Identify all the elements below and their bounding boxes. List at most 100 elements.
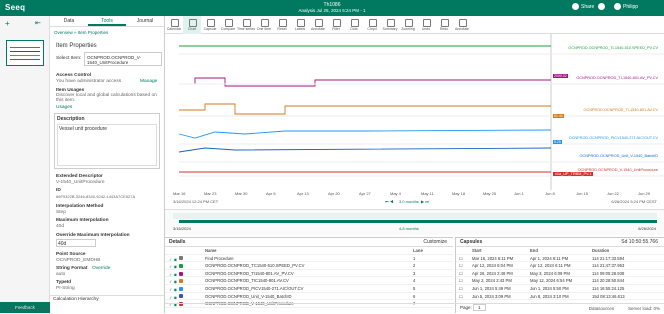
range-duration: 4.8 months [399,226,419,231]
tick-label: Apr 13 [297,191,309,196]
duration-display[interactable]: 3.0 months [399,199,419,204]
series-swatch[interactable] [178,263,183,268]
details-row[interactable]: ✓ ◉ OCNPROD.OCNPROD_TIC1540-801.AV.CV 4 [165,277,453,285]
gear-icon [598,3,605,10]
series-swatch[interactable] [178,286,183,291]
series-swatch[interactable] [178,256,183,261]
toolbar-button[interactable]: Chart [183,16,201,34]
tick-label: Jun 8 [545,191,555,196]
toolbar-button[interactable]: Capsule [201,16,219,34]
capsule-checkbox[interactable]: ☐ [456,285,472,292]
signal-line[interactable] [179,77,551,87]
series-lane: 5 [413,285,416,291]
details-row[interactable]: ✓ ◉ OCNPROD.OCNPROD_TI1540-801.AV_PV.CV 3 [165,270,453,278]
trend-chart[interactable]: OCNPROD.OCNPROD_TI-1540-510.SPEED_PV.CV O… [165,34,664,190]
capsule-row[interactable]: ☐ May 2, 2024 2:43 PM May 12, 2024 6:54 PM… [456,277,664,285]
capsule-start: Mar 16, 2024 6:11 PM [472,255,514,261]
description-label: Description [57,116,85,122]
col-start[interactable]: Start [472,247,530,254]
toolbar-button[interactable]: Undo [417,16,435,34]
col-duration[interactable]: Duration [592,247,664,254]
toolbar-button[interactable]: Dots [345,16,363,34]
timeline-bar[interactable]: 3/16/2024 4.8 months 6/26/2024 [165,209,664,235]
series-swatch[interactable] [178,279,183,284]
trend-toolbar: Calendar Chart Capsule Compare Time series On… [165,16,664,34]
series-swatch[interactable] [178,271,183,276]
toolbar-button[interactable]: Summary [381,16,399,34]
toolbar-button[interactable]: One time [255,16,273,34]
description-input[interactable]: Vessel unit procedure [57,124,157,166]
worksheet-thumbnail[interactable] [6,40,44,66]
add-worksheet-button[interactable]: + [5,19,10,28]
toolbar-button[interactable]: Calendar [165,16,183,34]
toolbar-button[interactable]: Cmyd [363,16,381,34]
step-forward-icon[interactable]: ▶ ⏭ [421,199,429,204]
capsule-duration: 114 09:05:28.938 [592,270,625,276]
select-item-dropdown[interactable]: OCNPROD.OCNPROD_V-1540_UnitProcedure [84,52,162,66]
tab-journal[interactable]: Journal [126,16,164,26]
tab-data[interactable]: Data [50,16,88,26]
col-end[interactable]: End [530,247,592,254]
value-badge: 61.44 [553,114,564,118]
string-format-value: auto [56,272,66,277]
toolbar-button[interactable]: Zooming [399,16,417,34]
toolbar-button[interactable]: Time series [237,16,255,34]
toolbar-button[interactable]: Compare [219,16,237,34]
main-area: Calendar Chart Capsule Compare Time series On… [165,16,664,313]
calculation-hierarchy-toggle[interactable]: Calculation Hierarchy [50,295,165,303]
share-button[interactable]: Share [572,3,594,10]
tab-tools[interactable]: Tools [88,16,126,26]
col-name[interactable]: Name [205,247,413,254]
user-menu[interactable]: Philipp [614,3,638,10]
signal-line[interactable] [178,129,552,139]
toolbar-button[interactable]: Annotate [453,16,471,34]
capsule-row[interactable]: ☐ Apr 26, 2024 2:48 PM May 3, 2024 6:09 PM… [456,270,664,278]
details-row[interactable]: ✓ ◉ OCNPROD.OCNPROD_PICV1540-271.AIC/OUT… [165,285,453,293]
capsule-row[interactable]: ☐ Jun 5, 2024 3:09 PM Jun 8, 2024 3:10 PM 1… [456,293,664,301]
details-row[interactable]: ✓ ◉ Find Procedure 1 [165,255,453,263]
status-bar: R65.1.2-v202407231604 Datasources Server… [5,303,664,313]
tick-label: Mar 23 [204,191,217,196]
capsule-end: Jun 8, 2024 3:10 PM [530,293,569,299]
signal-label[interactable]: OCNPROD.OCNPROD_PICV1540-271.AIC/OUT.CV [569,136,658,140]
signal-label[interactable]: OCNPROD.OCNPROD_TI-1540-801.AV_PV.CV [576,76,658,80]
capsule-checkbox[interactable]: ☐ [456,270,472,277]
capsule-row[interactable]: ☐ Apr 12, 2024 6:04 PM Apr 12, 2024 6:11 P… [456,262,664,270]
toolbar-button[interactable]: Annotate [309,16,327,34]
breadcrumb[interactable]: Overview » Item Properties [54,30,108,35]
customize-button[interactable]: Customize [423,238,447,247]
end-time[interactable]: 6/26/2024 5:24 PM CEST [611,199,657,204]
capsule-checkbox[interactable]: ☐ [456,255,472,262]
start-time[interactable]: 3/16/2024 12:24 PM CET [173,199,218,204]
capsule-row[interactable]: ☐ Mar 16, 2024 6:11 PM Apr 1, 2024 6:11 PM… [456,255,664,263]
back-icon[interactable]: ⇤ [35,19,41,27]
signal-line[interactable] [179,103,551,115]
signal-line[interactable] [178,147,552,153]
usages-link[interactable]: Usages [56,105,72,110]
time-range-row: 3/16/2024 12:24 PM CET ⏮ ◀ 3.0 months ▶ … [173,199,657,204]
settings-button[interactable] [598,3,605,10]
capsule-checkbox[interactable]: ☐ [456,262,472,269]
col-lane[interactable]: Lane [413,247,453,254]
details-row[interactable]: ✓ ◉ OCNPROD.OCNPROD_Unit_V-1540_BatchID 6 [165,293,453,301]
toolbar-button[interactable]: Redo [435,16,453,34]
toolbar-button[interactable]: Labels [291,16,309,34]
timeline-selection[interactable] [179,220,657,223]
row-icons: ✓ ◉ [165,262,205,269]
signal-label[interactable]: OCNPROD.OCNPROD_Unit_V-1540_BatchID [580,154,659,158]
capsule-checkbox[interactable]: ☐ [456,277,472,284]
series-swatch[interactable] [178,294,183,299]
signal-label[interactable]: OCNPROD.OCNPROD_TI-1540-801.AV.CV [584,108,658,112]
capsule-end: Jun 1, 2024 5:50 PM [530,285,569,291]
capsule-checkbox[interactable]: ☐ [456,293,472,300]
capsule-row[interactable]: ☐ Jun 1, 2024 5:49 PM Jun 1, 2024 5:50 PM 1… [456,285,664,293]
toolbar-button[interactable]: Filter [327,16,345,34]
override-interp-input[interactable]: 40d [56,239,96,247]
override-link[interactable]: Override [92,266,110,271]
details-row[interactable]: ✓ ◉ OCNPROD.OCNPROD_TC1540-510.SPEED_PV.… [165,262,453,270]
manage-link[interactable]: Manage [140,79,157,84]
signal-label[interactable]: OCNPROD.OCNPROD_TI-1540-510.SPEED_PV.CV [568,46,658,50]
tick-label: May 11 [421,191,434,196]
toolbar-button[interactable]: Reset [273,16,291,34]
step-back-icon[interactable]: ⏮ ◀ [385,199,393,204]
